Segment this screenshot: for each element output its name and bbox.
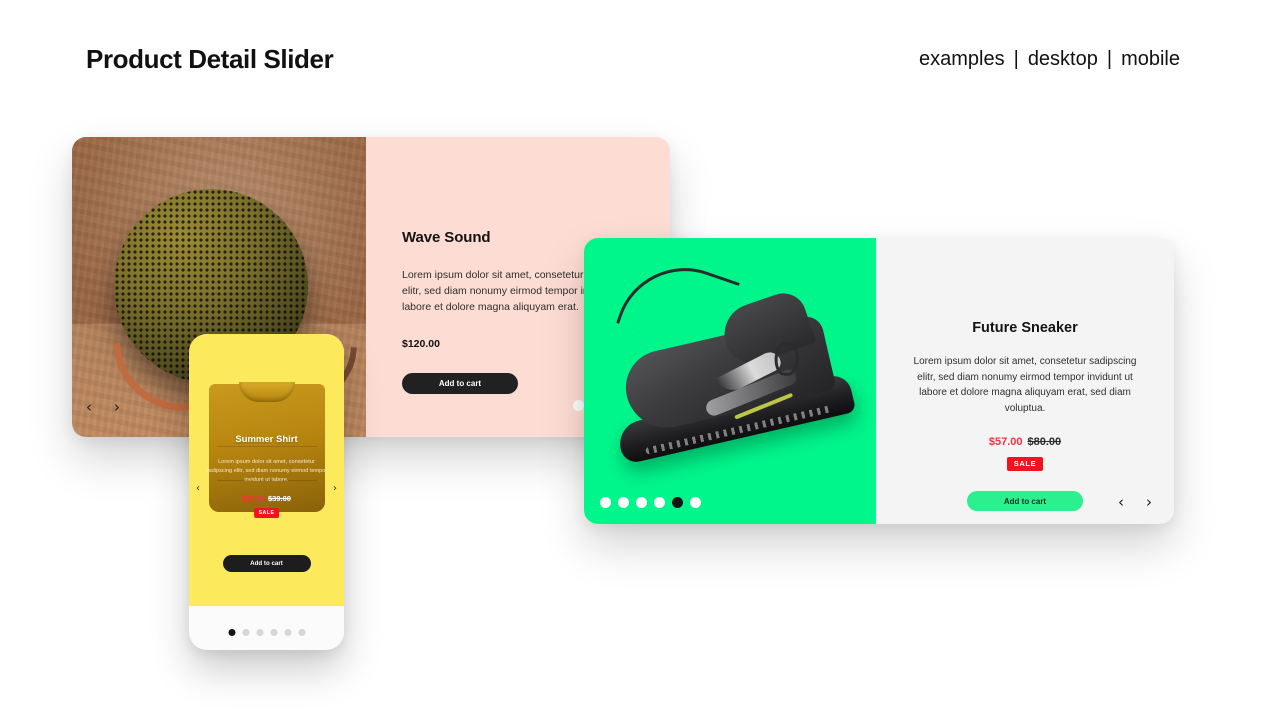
- phone-slider-dots: [228, 629, 305, 636]
- phone-product-title: Summer Shirt: [235, 434, 298, 445]
- nav-link-examples[interactable]: examples: [919, 48, 1005, 71]
- slider-dot[interactable]: [256, 629, 263, 636]
- nav-separator-2: |: [1106, 48, 1113, 70]
- sneaker-slider-nav: ‹ ›: [1118, 495, 1152, 510]
- future-sneaker-image: [584, 238, 876, 524]
- nav-link-mobile[interactable]: mobile: [1121, 48, 1180, 71]
- sneaker-sale-badge: SALE: [1006, 457, 1044, 471]
- product-card-mobile-phone: Summer Shirt Lorem ipsum dolor sit amet,…: [189, 334, 344, 650]
- sneaker-price-current: $57.00: [988, 436, 1023, 448]
- top-nav: examples | desktop | mobile: [919, 48, 1180, 71]
- chevron-right-icon[interactable]: ›: [333, 484, 337, 494]
- slider-dot[interactable]: [270, 629, 277, 636]
- summer-shirt-image: [209, 382, 325, 512]
- phone-screen: Summer Shirt Lorem ipsum dolor sit amet,…: [189, 334, 344, 606]
- slider-dot[interactable]: [242, 629, 249, 636]
- sneaker-product-prices: $57.00 $80.00: [904, 436, 1146, 448]
- page-stage: Product Detail Slider examples | desktop…: [0, 0, 1280, 720]
- phone-product-description: Lorem ipsum dolor sit amet, consetetur s…: [205, 459, 328, 484]
- page-title: Product Detail Slider: [86, 44, 334, 74]
- sneaker-product-title: Future Sneaker: [972, 320, 1078, 336]
- phone-price-original: $39.00: [268, 494, 291, 503]
- sneaker-product-description: Lorem ipsum dolor sit amet, consetetur s…: [913, 356, 1137, 414]
- slider-dot[interactable]: [654, 497, 665, 508]
- slider-dot[interactable]: [618, 497, 629, 508]
- product-card-future-sneaker: Future Sneaker Lorem ipsum dolor sit ame…: [584, 238, 1174, 524]
- slider-dot[interactable]: [228, 629, 235, 636]
- future-sneaker-info: Future Sneaker Lorem ipsum dolor sit ame…: [876, 238, 1174, 524]
- slider-dot[interactable]: [672, 497, 683, 508]
- nav-link-desktop[interactable]: desktop: [1028, 48, 1098, 71]
- sneaker-price-original: $80.00: [1027, 436, 1062, 448]
- phone-sale-badge: SALE: [253, 508, 280, 518]
- chevron-left-icon[interactable]: ‹: [86, 400, 92, 415]
- wave-slider-nav: ‹ ›: [86, 400, 120, 415]
- shirt-collar: [239, 382, 295, 402]
- slider-dot[interactable]: [573, 400, 584, 411]
- chevron-left-icon[interactable]: ‹: [196, 484, 200, 494]
- phone-product-prices: $20.00 $39.00: [189, 494, 344, 503]
- slider-dot[interactable]: [690, 497, 701, 508]
- sneaker-slider-dots: [600, 497, 701, 508]
- slider-dot[interactable]: [298, 629, 305, 636]
- slider-dot[interactable]: [600, 497, 611, 508]
- sneaker-add-to-cart-button[interactable]: Add to cart: [967, 491, 1083, 511]
- product-card-wave-sound: ‹ › Wave Sound Lorem ipsum dolor sit ame…: [72, 137, 670, 437]
- chevron-left-icon[interactable]: ‹: [1118, 495, 1124, 510]
- slider-dot[interactable]: [284, 629, 291, 636]
- shirt-fold: [217, 446, 317, 447]
- slider-dot[interactable]: [636, 497, 647, 508]
- wave-add-to-cart-button[interactable]: Add to cart: [402, 373, 518, 394]
- chevron-right-icon[interactable]: ›: [1146, 495, 1152, 510]
- phone-add-to-cart-button[interactable]: Add to cart: [222, 555, 311, 572]
- chevron-right-icon[interactable]: ›: [114, 400, 120, 415]
- nav-separator-1: |: [1013, 48, 1019, 70]
- phone-price-current: $20.00: [242, 494, 265, 503]
